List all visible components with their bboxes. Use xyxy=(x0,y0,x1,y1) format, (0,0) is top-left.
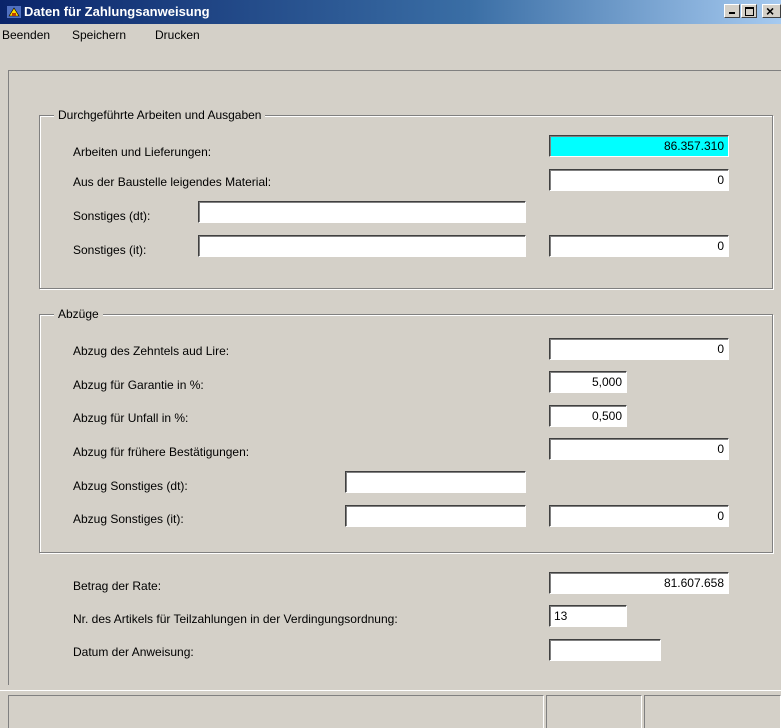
sonstiges-dt-field[interactable] xyxy=(198,201,526,223)
abzug-sonst-it-value-field[interactable]: 0 xyxy=(549,505,729,527)
maximize-icon xyxy=(745,7,754,16)
garantie-field[interactable]: 5,000 xyxy=(549,371,627,393)
sonstiges-it-label: Sonstiges (it): xyxy=(73,243,147,257)
menu-beenden[interactable]: Beenden xyxy=(2,28,50,42)
arbeiten-label: Arbeiten und Lieferungen: xyxy=(73,145,212,159)
betrag-label: Betrag der Rate: xyxy=(73,579,162,593)
status-bar xyxy=(0,690,781,728)
group-arbeiten-legend: Durchgeführte Arbeiten und Ausgaben xyxy=(54,108,266,122)
unfall-label: Abzug für Unfall in %: xyxy=(73,411,189,425)
material-label: Aus der Baustelle leigendes Material: xyxy=(73,175,272,189)
garantie-label: Abzug für Garantie in %: xyxy=(73,378,204,392)
menu-drucken[interactable]: Drucken xyxy=(155,28,200,42)
close-button[interactable]: × xyxy=(762,3,781,19)
close-icon: × xyxy=(766,3,775,19)
status-pane-3 xyxy=(644,695,781,728)
arbeiten-field[interactable]: 86.357.310 xyxy=(549,135,729,157)
sonstiges-it-text-field[interactable] xyxy=(198,235,526,257)
sonstiges-it-value-field[interactable]: 0 xyxy=(549,235,729,257)
abzug-sonst-dt-label: Abzug Sonstiges (dt): xyxy=(73,479,188,493)
form-panel: Durchgeführte Arbeiten und Ausgaben Arbe… xyxy=(8,70,781,685)
app-icon xyxy=(7,6,21,18)
zehntel-field[interactable]: 0 xyxy=(549,338,729,360)
artikel-field[interactable]: 13 xyxy=(549,605,627,627)
menu-bar: Beenden Speichern Drucken xyxy=(0,24,781,46)
frueher-label: Abzug für frühere Bestätigungen: xyxy=(73,445,250,459)
artikel-label: Nr. des Artikels für Teilzahlungen in de… xyxy=(73,612,398,626)
zehntel-label: Abzug des Zehntels aud Lire: xyxy=(73,344,230,358)
abzug-sonst-it-label: Abzug Sonstiges (it): xyxy=(73,512,184,526)
title-bar[interactable]: Daten für Zahlungsanweisung × xyxy=(0,0,781,24)
status-pane-2 xyxy=(546,695,642,728)
minimize-icon xyxy=(729,12,735,14)
datum-field[interactable] xyxy=(549,639,661,661)
unfall-field[interactable]: 0,500 xyxy=(549,405,627,427)
application-window: Daten für Zahlungsanweisung × Beenden Sp… xyxy=(0,0,781,728)
menu-speichern[interactable]: Speichern xyxy=(72,28,126,42)
maximize-button[interactable] xyxy=(741,4,757,18)
material-field[interactable]: 0 xyxy=(549,169,729,191)
frueher-field[interactable]: 0 xyxy=(549,438,729,460)
abzug-sonst-dt-field[interactable] xyxy=(345,471,526,493)
sonstiges-dt-label: Sonstiges (dt): xyxy=(73,209,151,223)
status-pane-main xyxy=(8,695,544,728)
betrag-field[interactable]: 81.607.658 xyxy=(549,572,729,594)
minimize-button[interactable] xyxy=(724,4,740,18)
abzug-sonst-it-text-field[interactable] xyxy=(345,505,526,527)
group-abzuege-legend: Abzüge xyxy=(54,307,103,321)
window-title: Daten für Zahlungsanweisung xyxy=(24,4,210,19)
datum-label: Datum der Anweisung: xyxy=(73,645,194,659)
